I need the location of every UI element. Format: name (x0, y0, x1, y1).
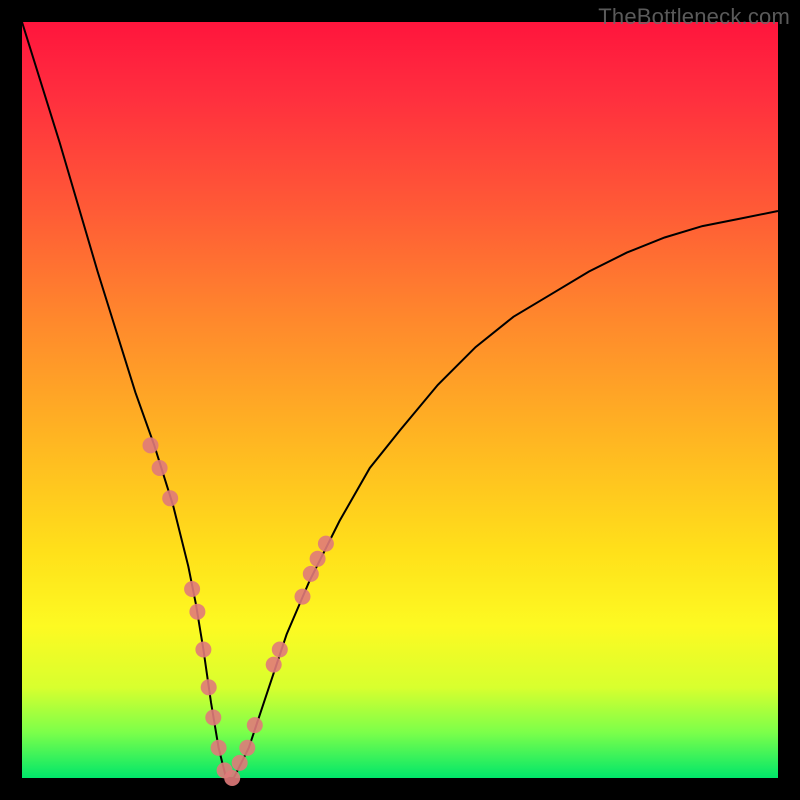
data-marker (303, 566, 319, 582)
data-marker (310, 551, 326, 567)
data-marker (295, 589, 311, 605)
data-marker (318, 536, 334, 552)
data-marker (201, 679, 217, 695)
chart-svg (22, 22, 778, 778)
data-marker (272, 642, 288, 658)
data-marker (143, 437, 159, 453)
data-marker (205, 710, 221, 726)
data-marker (195, 642, 211, 658)
data-marker (189, 604, 205, 620)
data-marker (247, 717, 263, 733)
data-marker (224, 770, 240, 786)
data-marker (232, 755, 248, 771)
data-marker (211, 740, 227, 756)
marker-group (143, 437, 334, 786)
data-marker (162, 490, 178, 506)
data-marker (239, 740, 255, 756)
data-marker (184, 581, 200, 597)
bottleneck-curve (22, 22, 778, 778)
data-marker (152, 460, 168, 476)
data-marker (266, 657, 282, 673)
